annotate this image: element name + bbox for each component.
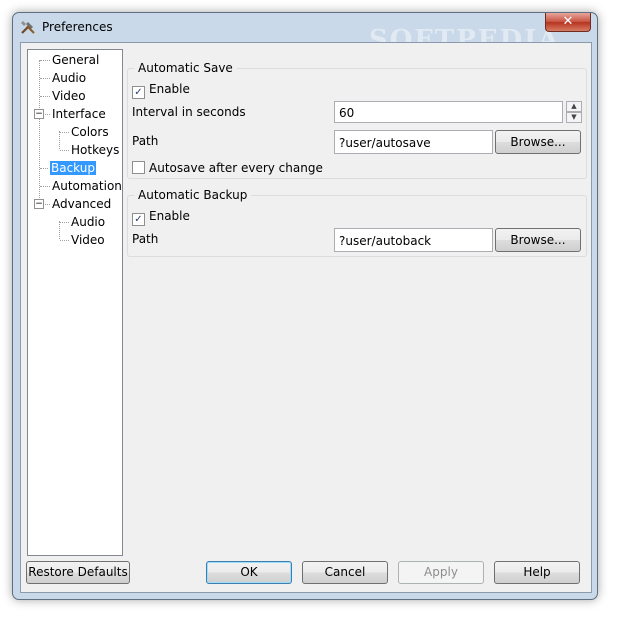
autosave-enable-checkbox[interactable]: ✓ Enable: [132, 81, 190, 99]
check-icon: ✓: [132, 86, 145, 99]
ok-button[interactable]: OK: [206, 561, 292, 584]
backup-path-input[interactable]: ?user/autoback: [334, 228, 493, 252]
autosave-path-label: Path: [132, 134, 159, 148]
window-title: Preferences: [42, 20, 113, 34]
tree-item-interface[interactable]: Interface: [52, 106, 106, 122]
title-bar[interactable]: Preferences SOFTPEDIA ✕: [13, 13, 597, 55]
tree-item-advanced-audio[interactable]: Audio: [71, 214, 105, 230]
autosave-every-change-checkbox[interactable]: Autosave after every change: [132, 160, 323, 176]
dialog-content: − − General Audio Video Interface Colors…: [20, 42, 592, 593]
tree-item-advanced[interactable]: Advanced: [52, 196, 111, 212]
tree-item-advanced-video[interactable]: Video: [71, 232, 105, 248]
interface-collapse-icon[interactable]: −: [34, 109, 44, 119]
spin-up-icon[interactable]: ▲: [566, 101, 582, 112]
cancel-button[interactable]: Cancel: [302, 561, 388, 584]
tools-icon: [21, 21, 35, 34]
check-icon: ✓: [132, 213, 145, 226]
restore-defaults-button[interactable]: Restore Defaults: [26, 561, 130, 584]
interval-label: Interval in seconds: [132, 105, 246, 119]
backup-browse-button[interactable]: Browse...: [495, 228, 581, 252]
spin-down-icon[interactable]: ▼: [566, 112, 582, 123]
tree-item-automation[interactable]: Automation: [52, 178, 122, 194]
advanced-collapse-icon[interactable]: −: [34, 199, 44, 209]
tree-item-audio[interactable]: Audio: [52, 70, 86, 86]
interval-input[interactable]: 60: [334, 101, 563, 123]
tree-item-hotkeys[interactable]: Hotkeys: [71, 142, 119, 158]
autosave-path-input[interactable]: ?user/autosave: [334, 130, 493, 154]
autosave-browse-button[interactable]: Browse...: [495, 130, 581, 154]
tree-item-backup[interactable]: Backup: [50, 160, 96, 176]
category-tree[interactable]: − − General Audio Video Interface Colors…: [27, 49, 123, 556]
backup-path-label: Path: [132, 232, 159, 246]
close-button[interactable]: ✕: [545, 13, 591, 32]
automatic-save-group: Automatic Save ✓ Enable Interval in secon…: [127, 61, 587, 179]
preferences-window: Preferences SOFTPEDIA ✕ − − General Audi…: [12, 12, 598, 600]
help-button[interactable]: Help: [494, 561, 580, 584]
backup-enable-checkbox[interactable]: ✓ Enable: [132, 208, 190, 226]
tree-item-video[interactable]: Video: [52, 88, 86, 104]
tree-item-general[interactable]: General: [52, 52, 99, 68]
apply-button[interactable]: Apply: [398, 561, 484, 584]
tree-item-colors[interactable]: Colors: [71, 124, 109, 140]
automatic-save-title: Automatic Save: [134, 61, 237, 75]
automatic-backup-group: Automatic Backup ✓ Enable Path ?user/auto…: [127, 188, 587, 257]
automatic-backup-title: Automatic Backup: [134, 188, 252, 202]
